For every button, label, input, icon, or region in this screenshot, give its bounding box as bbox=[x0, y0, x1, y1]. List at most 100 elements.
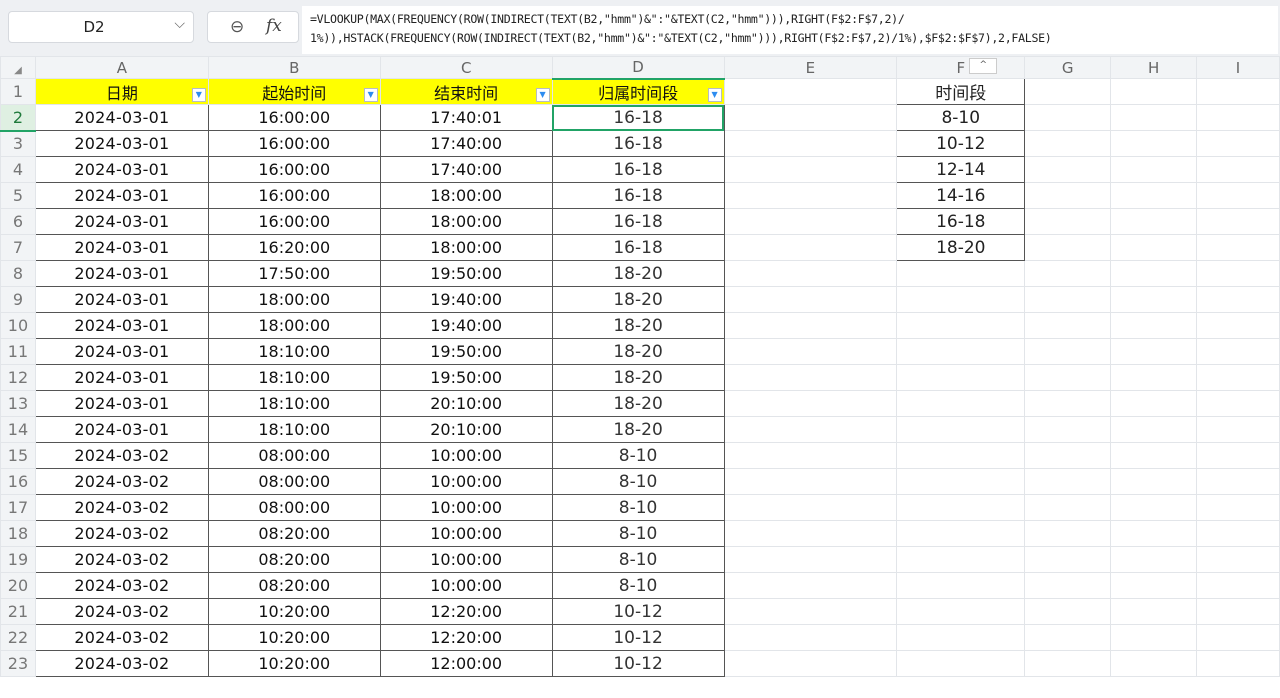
cell-d18[interactable]: 8-10 bbox=[551, 520, 725, 547]
cell-b9[interactable]: 18:00:00 bbox=[207, 286, 381, 313]
cell-f20[interactable] bbox=[896, 572, 1026, 599]
cell-c3[interactable]: 17:40:00 bbox=[379, 130, 553, 157]
cell-b4[interactable]: 16:00:00 bbox=[207, 156, 381, 183]
cell-i18[interactable] bbox=[1196, 520, 1280, 547]
cell-f23[interactable] bbox=[896, 650, 1026, 677]
row-number[interactable]: 23 bbox=[0, 650, 36, 677]
cell-f7[interactable]: 18-20 bbox=[896, 234, 1026, 261]
cell-e11[interactable] bbox=[723, 338, 898, 365]
zoom-icon[interactable]: ⊖ bbox=[230, 17, 244, 37]
cell-b1[interactable]: 起始时间 ▼ bbox=[207, 78, 381, 105]
filter-dropdown-icon[interactable]: ▼ bbox=[535, 88, 550, 102]
cell-c17[interactable]: 10:00:00 bbox=[379, 494, 553, 521]
row-number[interactable]: 5 bbox=[0, 182, 36, 209]
row-number[interactable]: 19 bbox=[0, 546, 36, 573]
cell-c11[interactable]: 19:50:00 bbox=[379, 338, 553, 365]
cell-g6[interactable] bbox=[1024, 208, 1112, 235]
cell-d17[interactable]: 8-10 bbox=[551, 494, 725, 521]
cell-c13[interactable]: 20:10:00 bbox=[379, 390, 553, 417]
cell-i9[interactable] bbox=[1196, 286, 1280, 313]
cell-b16[interactable]: 08:00:00 bbox=[207, 468, 381, 495]
fx-icon[interactable]: fx bbox=[266, 16, 282, 36]
column-header-f[interactable]: F ^ bbox=[896, 56, 1026, 79]
row-number[interactable]: 6 bbox=[0, 208, 36, 235]
cell-b8[interactable]: 17:50:00 bbox=[207, 260, 381, 287]
name-box[interactable]: D2 ⌵ bbox=[8, 11, 194, 43]
cell-h8[interactable] bbox=[1110, 260, 1198, 287]
cell-i19[interactable] bbox=[1196, 546, 1280, 573]
cell-f5[interactable]: 14-16 bbox=[896, 182, 1026, 209]
cell-b6[interactable]: 16:00:00 bbox=[207, 208, 381, 235]
cell-d10[interactable]: 18-20 bbox=[551, 312, 725, 339]
cell-f16[interactable] bbox=[896, 468, 1026, 495]
cell-i10[interactable] bbox=[1196, 312, 1280, 339]
cell-c10[interactable]: 19:40:00 bbox=[379, 312, 553, 339]
cell-d6[interactable]: 16-18 bbox=[551, 208, 725, 235]
row-number[interactable]: 20 bbox=[0, 572, 36, 599]
cell-h17[interactable] bbox=[1110, 494, 1198, 521]
cell-h1[interactable] bbox=[1110, 78, 1198, 105]
cell-h23[interactable] bbox=[1110, 650, 1198, 677]
cell-e18[interactable] bbox=[723, 520, 898, 547]
cell-e22[interactable] bbox=[723, 624, 898, 651]
cell-h13[interactable] bbox=[1110, 390, 1198, 417]
cell-d20[interactable]: 8-10 bbox=[551, 572, 725, 599]
cell-e17[interactable] bbox=[723, 494, 898, 521]
cell-e10[interactable] bbox=[723, 312, 898, 339]
cell-h21[interactable] bbox=[1110, 598, 1198, 625]
cell-c6[interactable]: 18:00:00 bbox=[379, 208, 553, 235]
cell-g7[interactable] bbox=[1024, 234, 1112, 261]
cell-a9[interactable]: 2024-03-01 bbox=[34, 286, 209, 313]
cell-f4[interactable]: 12-14 bbox=[896, 156, 1026, 183]
cell-c12[interactable]: 19:50:00 bbox=[379, 364, 553, 391]
cell-f8[interactable] bbox=[896, 260, 1026, 287]
row-number[interactable]: 10 bbox=[0, 312, 36, 339]
formula-input[interactable]: =VLOOKUP(MAX(FREQUENCY(ROW(INDIRECT(TEXT… bbox=[302, 6, 1278, 54]
cell-a6[interactable]: 2024-03-01 bbox=[34, 208, 209, 235]
cell-h20[interactable] bbox=[1110, 572, 1198, 599]
cell-a11[interactable]: 2024-03-01 bbox=[34, 338, 209, 365]
cell-g2[interactable] bbox=[1024, 104, 1112, 131]
cell-g4[interactable] bbox=[1024, 156, 1112, 183]
cell-i8[interactable] bbox=[1196, 260, 1280, 287]
cell-f9[interactable] bbox=[896, 286, 1026, 313]
cell-b20[interactable]: 08:20:00 bbox=[207, 572, 381, 599]
column-header-g[interactable]: G bbox=[1024, 56, 1112, 79]
cell-c19[interactable]: 10:00:00 bbox=[379, 546, 553, 573]
cell-a19[interactable]: 2024-03-02 bbox=[34, 546, 209, 573]
cell-c8[interactable]: 19:50:00 bbox=[379, 260, 553, 287]
cell-c2[interactable]: 17:40:01 bbox=[379, 104, 553, 131]
cell-h4[interactable] bbox=[1110, 156, 1198, 183]
cell-a18[interactable]: 2024-03-02 bbox=[34, 520, 209, 547]
cell-h3[interactable] bbox=[1110, 130, 1198, 157]
cell-b19[interactable]: 08:20:00 bbox=[207, 546, 381, 573]
cell-f2[interactable]: 8-10 bbox=[896, 104, 1026, 131]
cell-b21[interactable]: 10:20:00 bbox=[207, 598, 381, 625]
chevron-down-icon[interactable]: ⌵ bbox=[174, 16, 185, 32]
row-number[interactable]: 3 bbox=[0, 130, 36, 157]
cell-h22[interactable] bbox=[1110, 624, 1198, 651]
cell-d9[interactable]: 18-20 bbox=[551, 286, 725, 313]
row-number[interactable]: 22 bbox=[0, 624, 36, 651]
row-number[interactable]: 15 bbox=[0, 442, 36, 469]
cell-h12[interactable] bbox=[1110, 364, 1198, 391]
cell-i12[interactable] bbox=[1196, 364, 1280, 391]
cell-e7[interactable] bbox=[723, 234, 898, 261]
column-header-h[interactable]: H bbox=[1110, 56, 1198, 79]
row-number[interactable]: 18 bbox=[0, 520, 36, 547]
cell-a13[interactable]: 2024-03-01 bbox=[34, 390, 209, 417]
cell-a7[interactable]: 2024-03-01 bbox=[34, 234, 209, 261]
cell-g8[interactable] bbox=[1024, 260, 1112, 287]
cell-b15[interactable]: 08:00:00 bbox=[207, 442, 381, 469]
cell-c20[interactable]: 10:00:00 bbox=[379, 572, 553, 599]
cell-i3[interactable] bbox=[1196, 130, 1280, 157]
cell-i14[interactable] bbox=[1196, 416, 1280, 443]
cell-a15[interactable]: 2024-03-02 bbox=[34, 442, 209, 469]
row-number[interactable]: 12 bbox=[0, 364, 36, 391]
cell-g19[interactable] bbox=[1024, 546, 1112, 573]
cell-d11[interactable]: 18-20 bbox=[551, 338, 725, 365]
cell-a14[interactable]: 2024-03-01 bbox=[34, 416, 209, 443]
cell-a12[interactable]: 2024-03-01 bbox=[34, 364, 209, 391]
cell-i11[interactable] bbox=[1196, 338, 1280, 365]
cell-g16[interactable] bbox=[1024, 468, 1112, 495]
